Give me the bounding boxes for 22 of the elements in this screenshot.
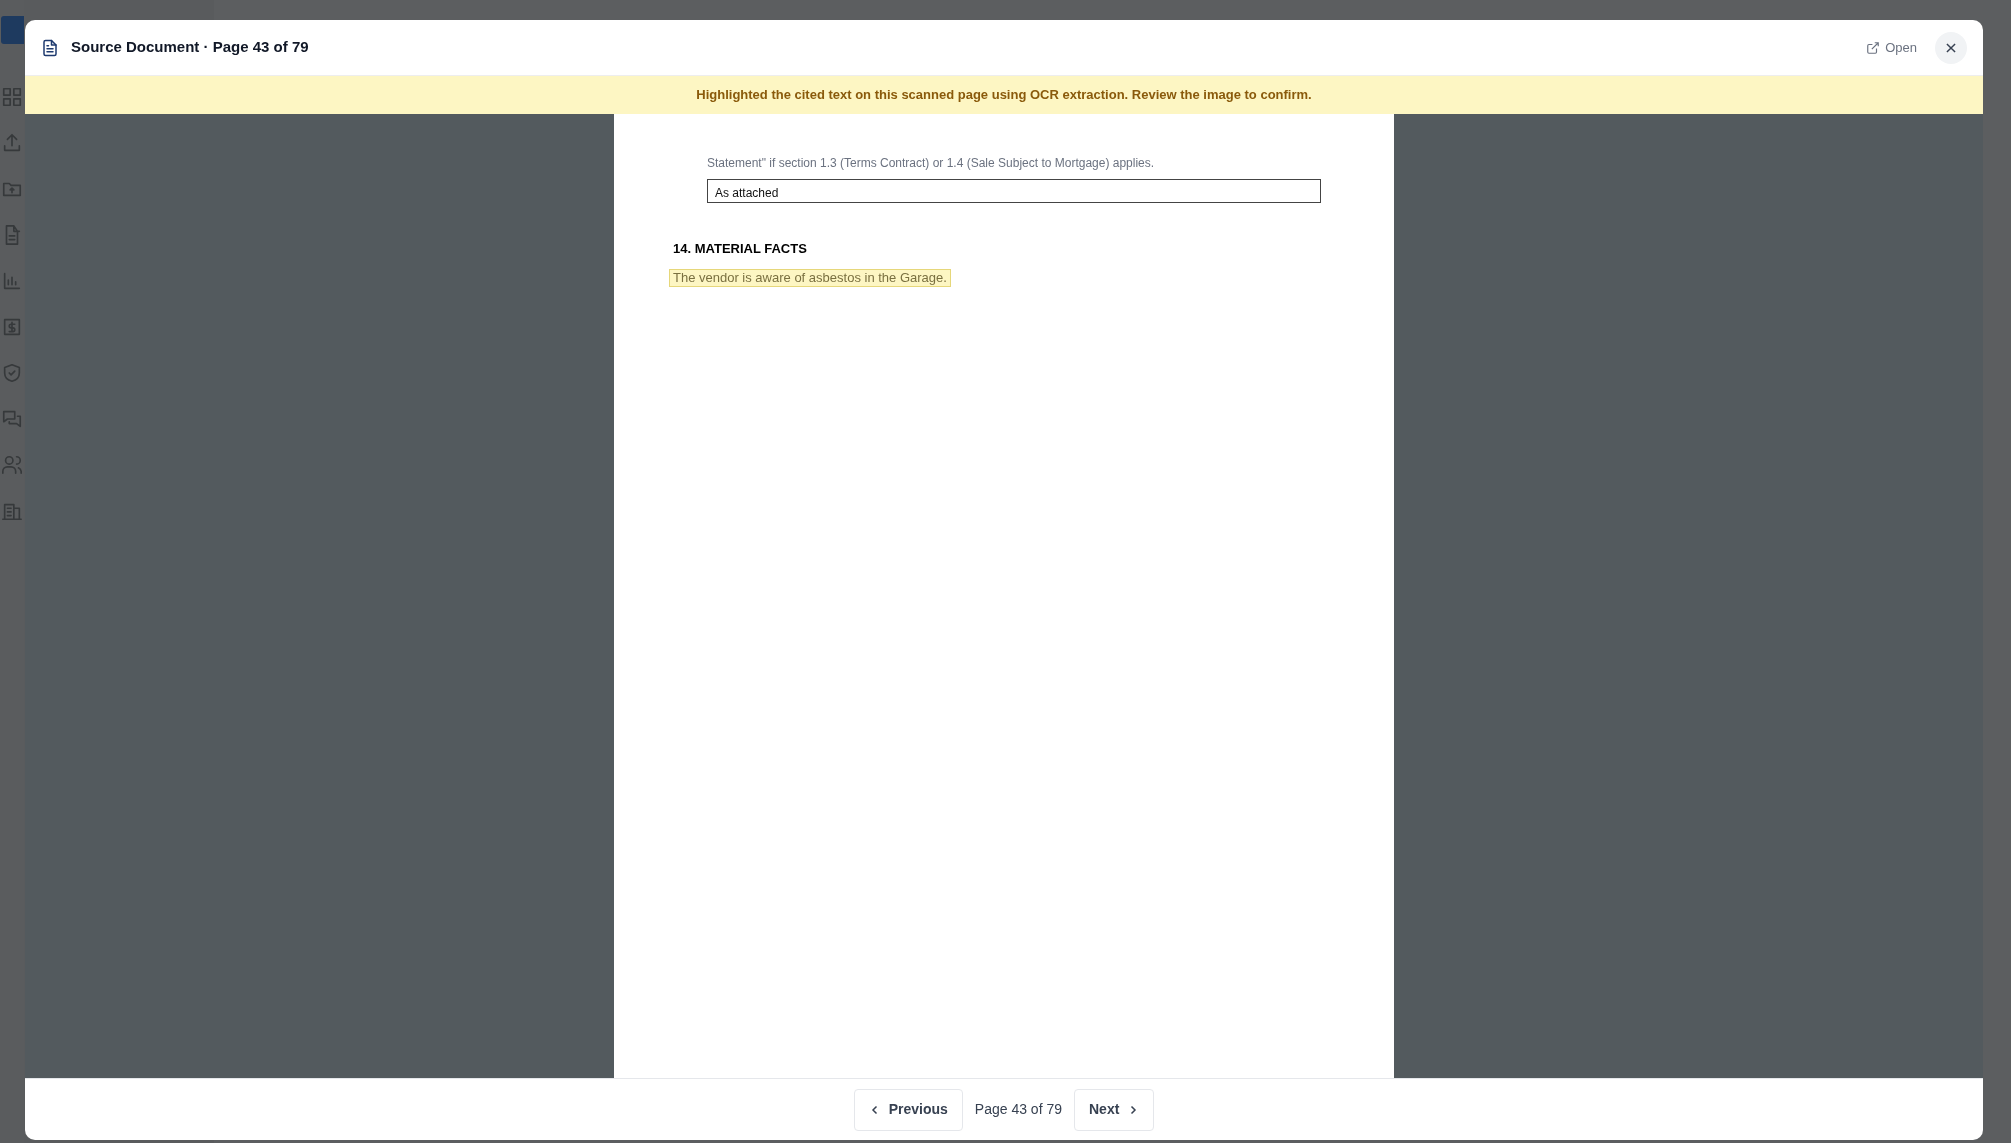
open-link[interactable]: Open [1866, 37, 1917, 58]
statement-text: Statement" if section 1.3 (Terms Contract) or 1.4 (Sale Subject to Mortgage) applies. [707, 155, 1156, 172]
document-icon [41, 38, 59, 57]
page-indicator: Page 43 of 79 [974, 1100, 1062, 1119]
upload-icon[interactable] [1, 132, 23, 154]
dollar-icon[interactable] [1, 316, 23, 338]
section-heading: 14. MATERIAL FACTS [673, 240, 808, 258]
grid-icon[interactable] [1, 86, 23, 108]
users-icon[interactable] [1, 454, 23, 476]
close-button[interactable] [1935, 31, 1967, 64]
external-link-icon [1866, 40, 1881, 55]
shield-icon[interactable] [1, 362, 23, 384]
previous-button[interactable]: Previous [853, 1088, 963, 1131]
next-button[interactable]: Next [1074, 1088, 1155, 1131]
close-icon [1944, 40, 1958, 55]
ocr-banner-text: Highlighted the cited text on this scanned page using OCR extraction. Review the image to confirm. [696, 86, 1312, 105]
highlighted-text: The vendor is aware of asbestos in the Garage. [669, 268, 951, 287]
form-field: As attached [707, 179, 1321, 203]
logo-icon [1, 16, 25, 44]
chat-icon[interactable] [1, 408, 23, 430]
bar-chart-icon[interactable] [1, 270, 23, 292]
modal-title: Source Document · Page 43 of 79 [71, 37, 309, 58]
